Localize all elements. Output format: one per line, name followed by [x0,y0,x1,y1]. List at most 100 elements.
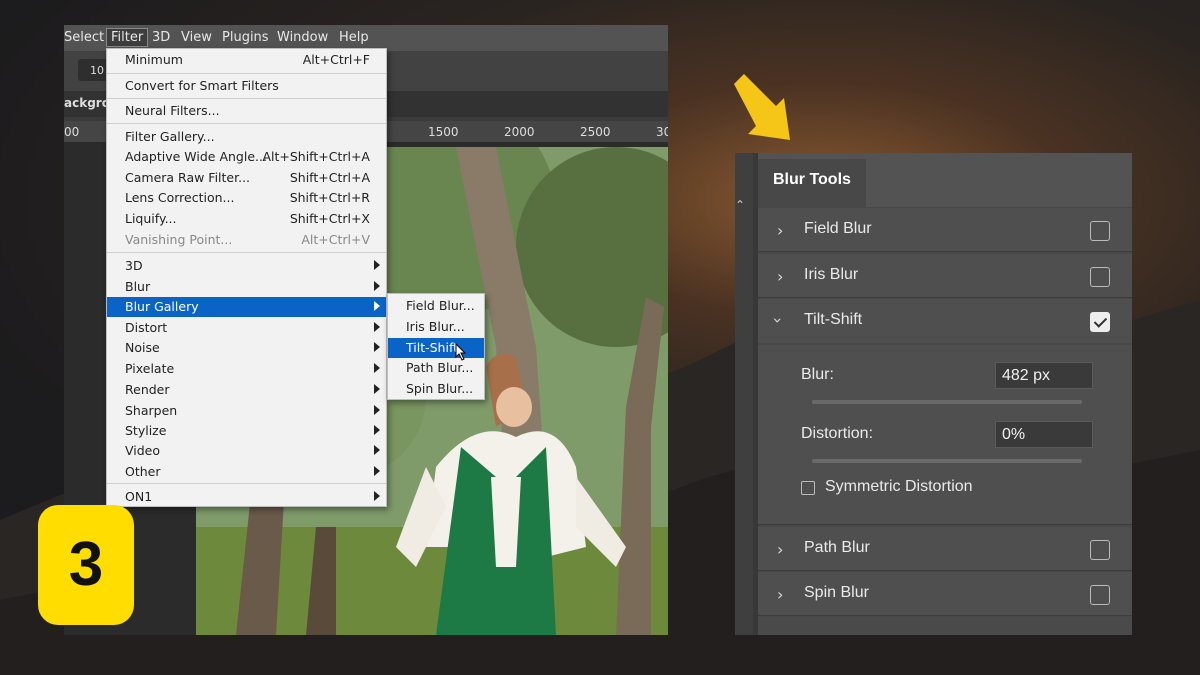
spin-blur-checkbox[interactable] [1090,585,1110,605]
menu-item-sharpen[interactable]: Sharpen [107,401,386,421]
step-number-badge: 3 [38,505,134,625]
menu-item-shortcut: Alt+Shift+Ctrl+A [262,149,370,164]
blur-row-spin-blur[interactable]: › Spin Blur [758,572,1132,616]
menu-divider [107,123,386,124]
ruler-tick: 00 [64,125,80,139]
menu-item-blur[interactable]: Blur [107,277,386,297]
mouse-cursor-icon [455,343,467,361]
path-blur-checkbox[interactable] [1090,540,1110,560]
menu-item-noise[interactable]: Noise [107,338,386,358]
blur-slider-track[interactable] [812,400,1082,404]
chevron-right-icon[interactable]: › [777,585,783,604]
menu-item-label: Sharpen [125,403,178,418]
menu-window[interactable]: Window [277,30,328,45]
menu-item-label: 3D [125,258,143,273]
tilt-shift-checkbox[interactable] [1090,312,1110,332]
menu-item-label: Minimum [125,52,183,67]
menu-item-minimum[interactable]: Minimum Alt+Ctrl+F [107,50,386,70]
menu-item-other[interactable]: Other [107,462,386,482]
menu-item-label: Adaptive Wide Angle... [125,149,267,164]
menu-item-on1[interactable]: ON1 [107,487,386,507]
menu-divider [107,252,386,253]
blur-row-tilt-shift[interactable]: › Tilt-Shift [758,299,1132,343]
blur-value-input[interactable]: 482 px [995,362,1093,389]
menu-item-shortcut: Alt+Ctrl+V [301,232,370,247]
document-tab[interactable]: ackgro [64,96,110,110]
blur-gallery-submenu: Field Blur... Iris Blur... Tilt-Shift Pa… [387,293,485,400]
submenu-arrow-icon [374,301,380,311]
menu-item-convert-smart-filters[interactable]: Convert for Smart Filters [107,76,386,96]
blur-row-iris-blur[interactable]: › Iris Blur [758,254,1132,298]
menu-help[interactable]: Help [339,30,369,45]
blur-row-label: Path Blur [804,539,870,556]
menu-item-label: Video [125,443,161,458]
symmetric-distortion-label: Symmetric Distortion [825,478,973,495]
menu-3d[interactable]: 3D [152,30,170,45]
menu-item-camera-raw[interactable]: Camera Raw Filter... Shift+Ctrl+A [107,168,386,188]
menu-item-label: Neural Filters... [125,103,220,118]
panel-footer [758,617,1132,635]
chevron-right-icon[interactable]: › [777,540,783,559]
chevron-right-icon[interactable]: › [777,221,783,240]
submenu-arrow-icon [374,405,380,415]
chevron-down-icon[interactable]: › [769,317,788,323]
blur-row-field-blur[interactable]: › Field Blur [758,208,1132,252]
chevron-right-icon[interactable]: › [777,267,783,286]
menu-item-label: Convert for Smart Filters [125,78,279,93]
menu-item-label: Lens Correction... [125,190,235,205]
menu-item-render[interactable]: Render [107,380,386,400]
menu-item-liquify[interactable]: Liquify... Shift+Ctrl+X [107,209,386,229]
submenu-arrow-icon [374,322,380,332]
menu-item-label: Camera Raw Filter... [125,170,251,185]
iris-blur-checkbox[interactable] [1090,267,1110,287]
menu-item-neural-filters[interactable]: Neural Filters... [107,101,386,121]
collapse-caret-icon[interactable]: ⌃ [735,198,745,212]
distortion-slider-track[interactable] [812,459,1082,463]
submenu-arrow-icon [374,384,380,394]
submenu-arrow-icon [374,281,380,291]
blur-row-path-blur[interactable]: › Path Blur [758,527,1132,571]
menu-item-video[interactable]: Video [107,441,386,461]
submenu-item-path-blur[interactable]: Path Blur... [388,358,484,378]
menu-item-shortcut: Shift+Ctrl+X [289,211,370,226]
menu-item-lens-correction[interactable]: Lens Correction... Shift+Ctrl+R [107,188,386,208]
submenu-item-label: Iris Blur... [406,319,465,334]
menu-divider [107,483,386,484]
menu-item-pixelate[interactable]: Pixelate [107,359,386,379]
submenu-item-tilt-shift[interactable]: Tilt-Shift [388,338,484,358]
menu-item-adaptive-wide-angle[interactable]: Adaptive Wide Angle... Alt+Shift+Ctrl+A [107,147,386,167]
submenu-item-field-blur[interactable]: Field Blur... [388,296,484,316]
menu-item-vanishing-point: Vanishing Point... Alt+Ctrl+V [107,230,386,250]
menu-divider [107,98,386,99]
menu-select[interactable]: Select [64,30,104,45]
blur-row-label: Tilt-Shift [804,311,863,328]
menu-plugins[interactable]: Plugins [222,30,269,45]
menu-item-shortcut: Shift+Ctrl+R [289,190,370,205]
menu-item-label: Filter Gallery... [125,129,215,144]
blur-row-label: Spin Blur [804,584,869,601]
distortion-value-input[interactable]: 0% [995,421,1093,448]
menu-item-label: Blur [125,279,151,294]
menu-item-filter-gallery[interactable]: Filter Gallery... [107,127,386,147]
menu-item-label: Vanishing Point... [125,232,233,247]
submenu-arrow-icon [374,260,380,270]
ruler-tick: 2000 [504,125,535,139]
submenu-item-spin-blur[interactable]: Spin Blur... [388,379,484,399]
menu-item-stylize[interactable]: Stylize [107,421,386,441]
menu-view[interactable]: View [181,30,212,45]
submenu-arrow-icon [374,425,380,435]
menu-divider [107,73,386,74]
panel-tab-blur-tools[interactable]: Blur Tools [758,159,866,207]
menu-item-label: Blur Gallery [125,299,199,314]
menu-filter[interactable]: Filter [106,28,149,47]
menu-item-blur-gallery[interactable]: Blur Gallery [107,297,386,317]
menu-item-label: ON1 [125,489,153,504]
submenu-item-iris-blur[interactable]: Iris Blur... [388,317,484,337]
field-blur-checkbox[interactable] [1090,221,1110,241]
filter-menu: Minimum Alt+Ctrl+F Convert for Smart Filt… [106,48,387,507]
panel-side-strip [735,153,753,635]
menu-item-distort[interactable]: Distort [107,318,386,338]
submenu-item-label: Tilt-Shift [406,340,459,355]
menu-item-3d[interactable]: 3D [107,256,386,276]
symmetric-distortion-checkbox[interactable] [801,481,815,495]
